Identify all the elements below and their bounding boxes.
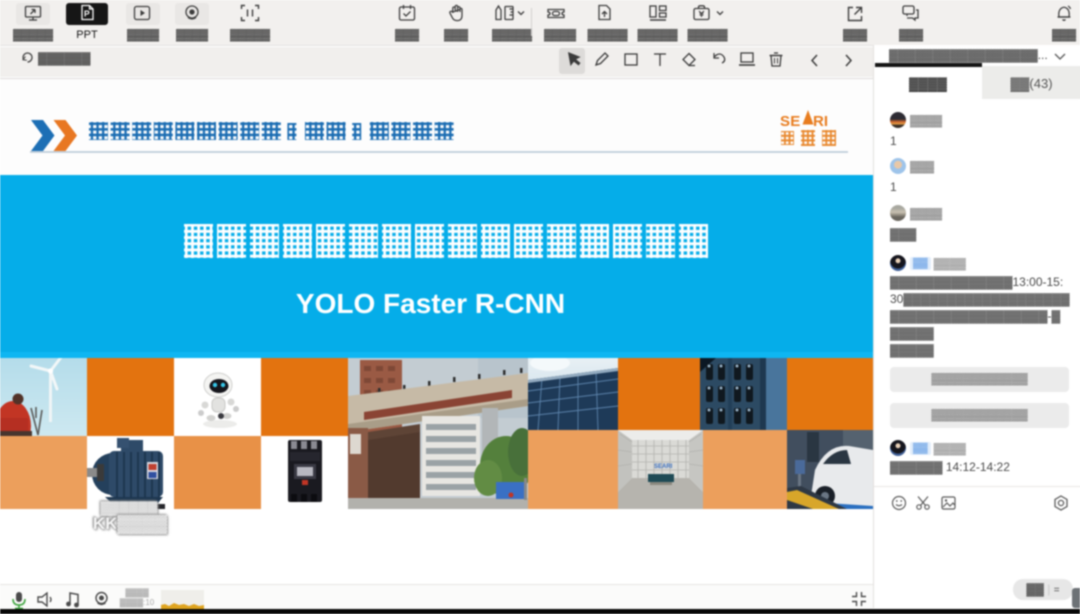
svg-text:RI: RI: [813, 113, 828, 130]
svg-text:P: P: [84, 9, 90, 19]
svg-text:SE: SE: [780, 113, 800, 130]
svg-text:SEARI: SEARI: [654, 464, 673, 470]
